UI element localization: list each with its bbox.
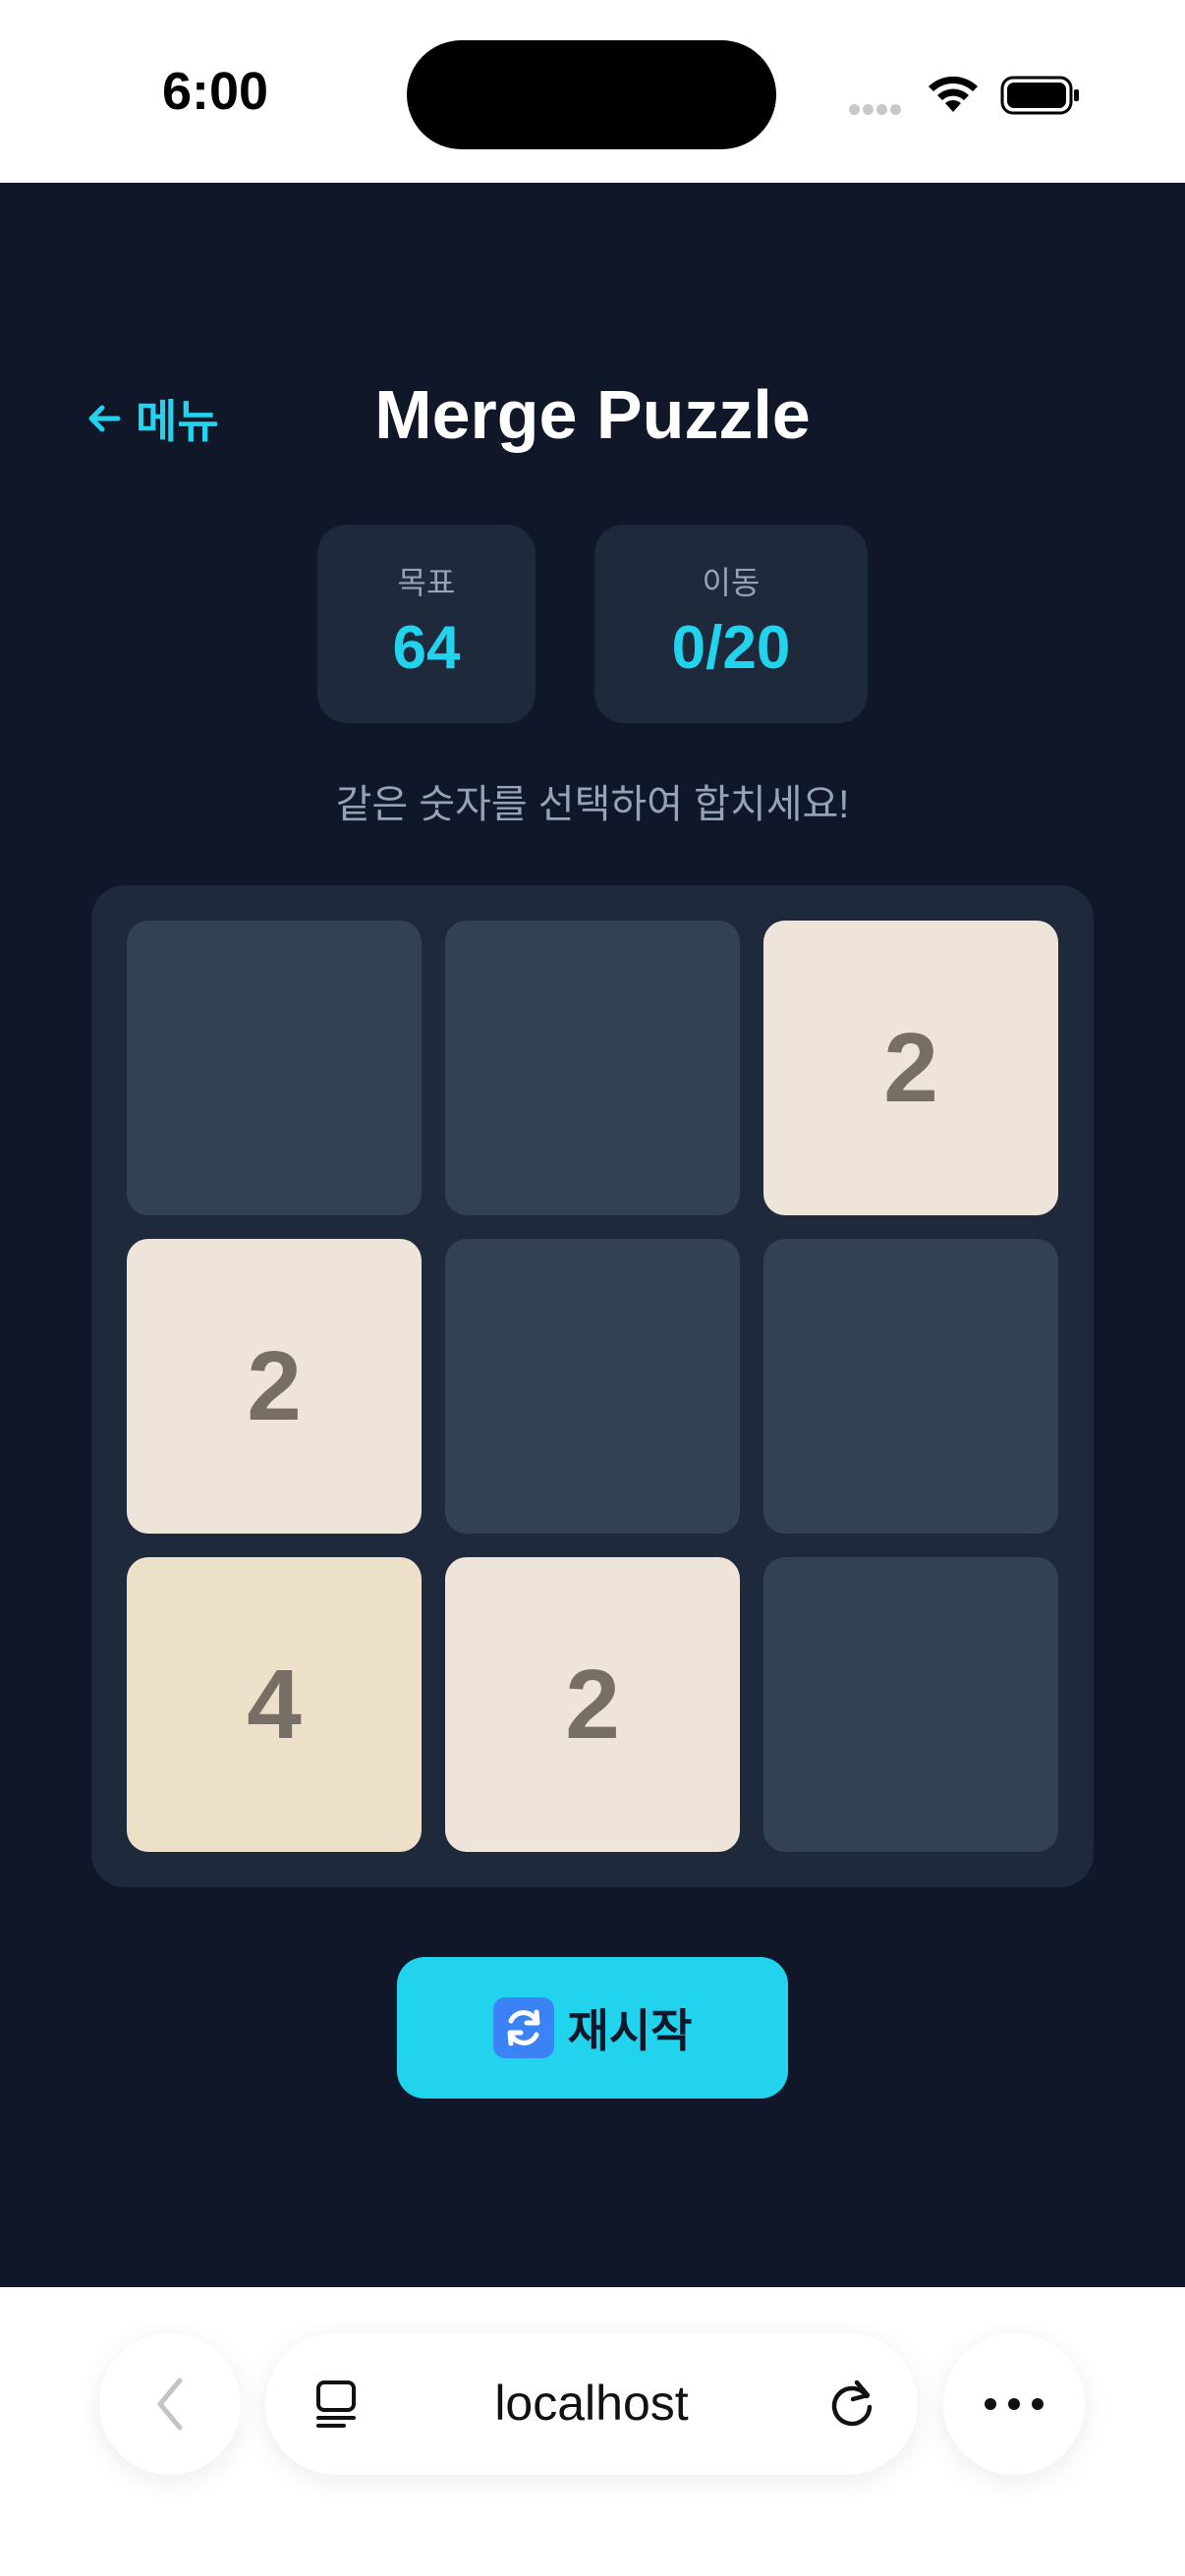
url-text: localhost [494,2376,689,2431]
board-tile[interactable] [127,921,422,1215]
status-bar: 6:00 [0,0,1185,183]
target-value: 64 [392,614,461,682]
board-tile[interactable]: 2 [445,1557,740,1852]
game-screen: 메뉴 Merge Puzzle 목표 64 이동 0/20 같은 숫자를 선택하… [0,183,1185,2287]
browser-back-button[interactable] [99,2333,241,2475]
chevron-left-icon [157,2378,183,2431]
board-tile[interactable] [763,1239,1058,1534]
app-screen: 6:00 메뉴 Merge Puzzle 목표 64 이동 0/20 같은 숫자… [0,0,1185,2576]
wifi-icon [929,76,978,112]
instruction-text: 같은 숫자를 선택하여 합치세요! [335,783,850,826]
reload-icon[interactable] [823,2375,880,2432]
moves-label: 이동 [702,565,761,600]
moves-value: 0/20 [671,614,791,682]
browser-toolbar: localhost [0,2287,1185,2576]
target-stat-card: 목표 64 [317,525,536,723]
more-options-button[interactable] [943,2333,1085,2475]
refresh-icon [492,1997,554,2058]
cellular-signal-icon [849,102,908,116]
address-bar[interactable]: localhost [265,2333,918,2475]
game-board: 2 2 4 2 [91,885,1094,1887]
moves-stat-card: 이동 0/20 [594,525,868,723]
board-tile[interactable] [445,1239,740,1534]
board-tile[interactable] [763,1557,1058,1852]
restart-button[interactable]: 재시작 [397,1957,788,2099]
ellipsis-icon [985,2398,1044,2410]
dynamic-island [407,40,776,149]
board-tile[interactable]: 4 [127,1557,422,1852]
board-tile[interactable]: 2 [763,921,1058,1215]
restart-label: 재시작 [567,2005,693,2056]
battery-icon [1000,76,1079,115]
target-label: 목표 [397,565,456,600]
page-title: Merge Puzzle [374,376,811,453]
board-tile[interactable] [445,921,740,1215]
status-time: 6:00 [162,62,269,121]
board-tile[interactable]: 2 [127,1239,422,1534]
